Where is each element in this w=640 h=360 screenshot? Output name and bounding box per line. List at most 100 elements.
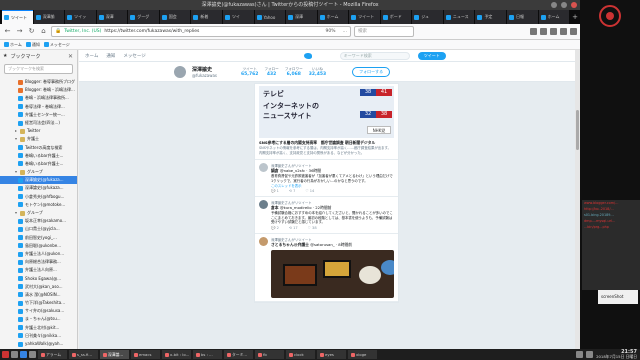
maximize-button[interactable] [561, 2, 567, 8]
sidebar-bookmark-item[interactable]: 山口貴士(@yjcla... [0, 225, 77, 233]
taskbar-task[interactable]: 深澤論... [100, 350, 129, 359]
bookmark-item[interactable]: ホーム [4, 42, 22, 48]
sidebar-bookmark-item[interactable]: 前田智史(yogi_... [0, 234, 77, 242]
avatar[interactable] [259, 236, 268, 246]
search-bar[interactable]: 検索 [354, 26, 414, 37]
reload-icon[interactable]: ↻ [27, 27, 36, 36]
browser-tab[interactable]: Yahoo [254, 10, 286, 24]
sidebar-bookmark-item[interactable]: Shoko Egawa(@... [0, 275, 77, 283]
sidebar-icon[interactable] [540, 28, 547, 35]
volume-icon[interactable] [586, 351, 594, 358]
sidebar-bookmark-item[interactable]: ▾ グループ [0, 209, 77, 217]
twitter-nav-item[interactable]: 通知 [106, 53, 115, 59]
url-bar[interactable]: 🔒 Twitter, Inc. (US) https://twitter.com… [51, 26, 351, 37]
file-manager-icon[interactable] [11, 351, 18, 358]
extension-icon[interactable] [560, 28, 567, 35]
retweet-icon[interactable]: ⟲ 7 [289, 189, 295, 193]
taskbar-task[interactable]: xloge [348, 350, 377, 359]
browser-tab[interactable]: グーグ [128, 10, 159, 24]
sidebar-bookmark-item[interactable]: 日刊美々(@nikka... [0, 332, 77, 340]
sidebar-bookmark-item[interactable]: モトケン(@motoke... [0, 201, 77, 209]
sidebar-bookmark-item[interactable]: 深澤論史(@fukaza... [0, 184, 77, 192]
taskbar-task[interactable]: アラーム [38, 350, 67, 359]
sidebar-bookmark-item[interactable]: yahkaWalk(@yah... [0, 340, 77, 348]
like-icon[interactable]: ♡ 14 [305, 189, 314, 193]
sidebar-bookmark-item[interactable]: 竹下洋(@Takeshita... [0, 299, 77, 307]
sidebar-bookmark-item[interactable]: 深澤諭史(@fukaza... [0, 176, 77, 185]
start-menu-icon[interactable] [2, 351, 9, 358]
browser-tab[interactable]: 日報 [507, 10, 538, 24]
twitter-search-input[interactable]: キーワード検索 [339, 51, 410, 60]
tweet-author[interactable]: 鍋倉 [271, 168, 279, 173]
sidebar-bookmark-item[interactable]: 武村大(@kan_aso... [0, 283, 77, 291]
library-icon[interactable] [530, 28, 537, 35]
sidebar-bookmark-item[interactable]: Blogger: 巻嶋・浜嶋法律... [0, 86, 77, 94]
avatar[interactable] [174, 65, 186, 78]
taskbar-task[interactable]: eyes [317, 350, 346, 359]
reply-icon[interactable]: 💬 1 [271, 189, 279, 193]
browser-tab[interactable]: ホーム [317, 10, 349, 24]
zoom-level[interactable]: 90% [325, 27, 335, 36]
tweet[interactable]: 深澤諭史さんがリツイート 倉本 @kura_modirelio · 22時間前 予備… [255, 197, 398, 234]
background-window[interactable]: www.blogger.com/... http://bo..2018/... s0… [582, 200, 640, 290]
sidebar-bookmark-item[interactable]: サイ弁の(@sakusa... [0, 307, 77, 315]
browser-tab[interactable]: ツイート [2, 10, 33, 24]
extension-icon[interactable] [550, 28, 557, 35]
bookmark-item[interactable]: メッセージ [43, 42, 70, 48]
twitter-bird-icon[interactable] [303, 52, 312, 59]
page-actions-button[interactable]: … [343, 27, 351, 36]
sidebar-bookmark-item[interactable]: 弁護士法人(@ukon... [0, 250, 77, 258]
browser-tab[interactable]: ボード [380, 10, 412, 24]
avatar[interactable] [259, 200, 268, 210]
avatar[interactable] [259, 163, 268, 172]
tweet-author[interactable]: 倉本 [271, 205, 279, 210]
sidebar-bookmark-item[interactable]: 島田聡(@ukonbe... [0, 242, 77, 250]
bookmark-item[interactable]: 通知 [25, 42, 40, 48]
tweet[interactable]: 深澤諭史さんがリツイート さとるちゃん@弁護士 @satorusan_ · 8時間… [255, 234, 398, 302]
profile-stat[interactable]: フォロー 432 [264, 67, 278, 77]
back-arrow-icon[interactable]: ← [3, 27, 12, 36]
sidebar-bookmark-item[interactable]: Blogger: 巻導事務所ブログ [0, 78, 77, 86]
taskbar-task[interactable]: clock [286, 350, 315, 359]
sidebar-bookmark-item[interactable]: Twitterの高度な検索 [0, 144, 77, 152]
reply-icon[interactable]: 💬 2 [271, 226, 279, 230]
profile-name[interactable]: 深澤諭史 [192, 66, 217, 73]
browser-tab[interactable]: 深澤 [96, 10, 128, 24]
profile-stat[interactable]: いいね 32,453 [309, 67, 326, 77]
taskbar-task[interactable]: ターミ... [224, 350, 253, 359]
sidebar-bookmark-item[interactable]: 向原総合法律事務... [0, 258, 77, 266]
menu-icon[interactable] [570, 28, 577, 35]
browser-tab[interactable]: ニュース [443, 10, 475, 24]
taskbar-task[interactable]: emacs [131, 350, 160, 359]
terminal-icon[interactable] [29, 351, 36, 358]
taskbar-task[interactable]: x-bit : lo... [162, 350, 191, 359]
sidebar-bookmark-item[interactable]: ▾ グループ [0, 168, 77, 176]
sidebar-bookmark-item[interactable]: ま・ちゃん(@tsu... [0, 315, 77, 323]
sidebar-bookmark-item[interactable]: 巻嶋いるbar弁護士... [0, 160, 77, 168]
show-thread-link[interactable]: このスレッドを表示 [271, 183, 394, 188]
forward-arrow-icon[interactable]: → [15, 27, 24, 36]
scrollbar-thumb[interactable] [576, 110, 579, 150]
sidebar-bookmark-item[interactable]: 弁護士法人向原... [0, 266, 77, 274]
sidebar-bookmark-item[interactable]: 巻嶋・浜嶋法律事務所... [0, 94, 77, 102]
new-tab-button[interactable]: + [570, 10, 580, 24]
close-icon[interactable]: ✕ [68, 53, 73, 60]
close-window-button[interactable] [571, 2, 577, 8]
browser-tab[interactable]: ホーム [538, 10, 570, 24]
taskbar-task[interactable]: fb [255, 350, 284, 359]
tweet[interactable]: 深澤諭史さんがリツイート 鍋倉 @nabe_v2sfc · 36時間 養育費督促や元… [255, 160, 398, 198]
browser-tab[interactable]: 予定 [475, 10, 506, 24]
profile-stat[interactable]: ツイート 65,762 [241, 67, 258, 77]
browser-tab[interactable]: 深澤諭 [33, 10, 65, 24]
sidebar-bookmark-item[interactable]: 経営司法会(四法...) [0, 119, 77, 127]
twitter-nav-item[interactable]: メッセージ [123, 53, 145, 59]
browser-tab[interactable]: ジュ [412, 10, 443, 24]
expand-toggle-icon[interactable]: ▾ [14, 168, 18, 176]
sidebar-bookmark-item[interactable]: 清水 潔(@NOSIN... [0, 291, 77, 299]
expand-toggle-icon[interactable]: ▾ [14, 209, 18, 217]
browser-tab[interactable]: ツイッ [65, 10, 96, 24]
like-icon[interactable]: ♡ 38 [308, 226, 317, 230]
browser-icon[interactable] [20, 351, 27, 358]
link-card[interactable]: テレビ 38 41 インターネットの ニュースサイト 32 38 NHK党 SNS参考にする層… [255, 84, 398, 160]
follow-button[interactable]: フォローする [352, 66, 391, 77]
